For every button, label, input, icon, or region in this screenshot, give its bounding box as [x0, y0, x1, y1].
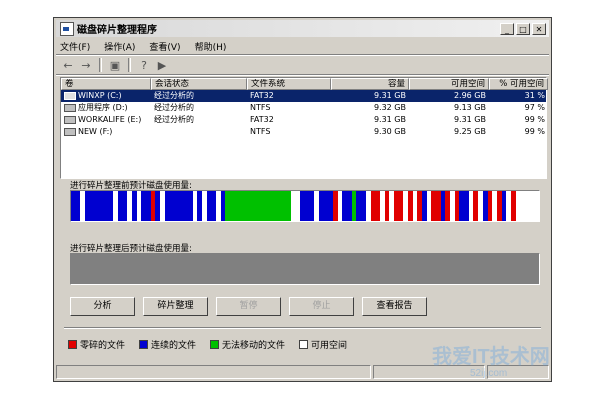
usage-segment — [459, 191, 469, 221]
volume-row[interactable]: WORKALIFE (E:) 经过分析的 FAT32 9.31 GB 9.31 … — [61, 114, 546, 126]
pause-button[interactable]: 暂停 — [216, 297, 281, 316]
usage-segment — [164, 191, 193, 221]
toolbar-divider-line — [56, 74, 549, 76]
drive-icon — [64, 91, 76, 100]
legend: 零碎的文件 连续的文件 无法移动的文件 可用空间 — [68, 338, 347, 351]
play-icon[interactable]: ▶ — [154, 57, 170, 73]
forward-arrow-icon[interactable]: → — [78, 57, 94, 73]
window-title: 磁盘碎片整理程序 — [77, 25, 157, 36]
usage-segment — [225, 191, 291, 221]
analyze-button[interactable]: 分析 — [70, 297, 135, 316]
col-capacity[interactable]: 容量 — [331, 78, 409, 90]
properties-icon[interactable]: ▣ — [107, 57, 123, 73]
menu-file[interactable]: 文件(F) — [60, 40, 90, 53]
contiguous-swatch — [139, 340, 149, 349]
view-report-button[interactable]: 查看报告 — [362, 297, 427, 316]
toolbar: ← → ▣ ? ▶ — [60, 56, 170, 74]
menu-view[interactable]: 查看(V) — [149, 40, 180, 53]
menu-bar: 文件(F) 操作(A) 查看(V) 帮助(H) — [60, 39, 226, 54]
stop-button[interactable]: 停止 — [289, 297, 354, 316]
unmovable-swatch — [210, 340, 220, 349]
help-icon[interactable]: ? — [136, 57, 152, 73]
usage-segment — [515, 191, 539, 221]
legend-item-fragmented: 零碎的文件 — [68, 338, 125, 351]
usage-segment — [85, 191, 114, 221]
title-bar[interactable]: 磁盘碎片整理程序 _ □ ✕ — [56, 20, 549, 37]
status-pane — [373, 365, 485, 379]
drive-icon — [64, 115, 76, 124]
usage-segment — [356, 191, 366, 221]
legend-item-contiguous: 连续的文件 — [139, 338, 196, 351]
maximize-button[interactable]: □ — [516, 22, 530, 35]
menu-action[interactable]: 操作(A) — [104, 40, 135, 53]
defragment-button[interactable]: 碎片整理 — [143, 297, 208, 316]
action-buttons: 分析 碎片整理 暂停 停止 查看报告 — [70, 297, 427, 316]
menu-help[interactable]: 帮助(H) — [195, 40, 227, 53]
col-free-space[interactable]: 可用空间 — [409, 78, 489, 90]
volume-row[interactable]: NEW (F:) NTFS 9.30 GB 9.25 GB 99 % — [61, 126, 546, 138]
col-volume[interactable]: 卷 — [61, 78, 151, 90]
defrag-app-icon — [60, 21, 74, 36]
drive-icon — [64, 103, 76, 112]
usage-segment — [319, 191, 334, 221]
toolbar-divider — [128, 58, 131, 72]
col-session-status[interactable]: 会话状态 — [151, 78, 247, 90]
legend-item-unmovable: 无法移动的文件 — [210, 338, 285, 351]
volume-row[interactable]: WINXP (C:) 经过分析的 FAT32 9.31 GB 2.96 GB 3… — [61, 90, 546, 102]
before-usage-bar — [70, 190, 540, 222]
usage-segment — [300, 191, 315, 221]
usage-segment — [117, 191, 128, 221]
fragmented-swatch — [68, 340, 77, 349]
back-arrow-icon[interactable]: ← — [60, 57, 76, 73]
legend-divider — [64, 327, 541, 329]
close-button[interactable]: ✕ — [532, 22, 546, 35]
legend-item-free-space: 可用空间 — [299, 338, 347, 351]
usage-segment — [206, 191, 217, 221]
volume-row[interactable]: 应用程序 (D:) 经过分析的 NTFS 9.32 GB 9.13 GB 97 … — [61, 102, 546, 114]
volume-list-header: 卷 会话状态 文件系统 容量 可用空间 % 可用空间 — [61, 78, 548, 90]
toolbar-divider — [99, 58, 102, 72]
usage-segment — [342, 191, 352, 221]
col-file-system[interactable]: 文件系统 — [247, 78, 331, 90]
status-pane — [487, 365, 549, 379]
drive-icon — [64, 127, 76, 136]
usage-segment — [370, 191, 380, 221]
after-usage-bar — [70, 253, 540, 285]
usage-segment — [393, 191, 404, 221]
defrag-window: 磁盘碎片整理程序 _ □ ✕ 文件(F) 操作(A) 查看(V) 帮助(H) ←… — [53, 17, 552, 382]
free-space-swatch — [299, 340, 309, 349]
usage-segment — [290, 191, 301, 221]
volume-list[interactable]: 卷 会话状态 文件系统 容量 可用空间 % 可用空间 WINXP (C:) 经过… — [60, 77, 548, 179]
status-pane — [56, 365, 371, 379]
minimize-button[interactable]: _ — [500, 22, 514, 35]
usage-segment — [431, 191, 441, 221]
col-pct-free[interactable]: % 可用空间 — [489, 78, 548, 90]
usage-segment — [141, 191, 151, 221]
status-bar — [56, 365, 549, 379]
usage-segment — [71, 191, 81, 221]
